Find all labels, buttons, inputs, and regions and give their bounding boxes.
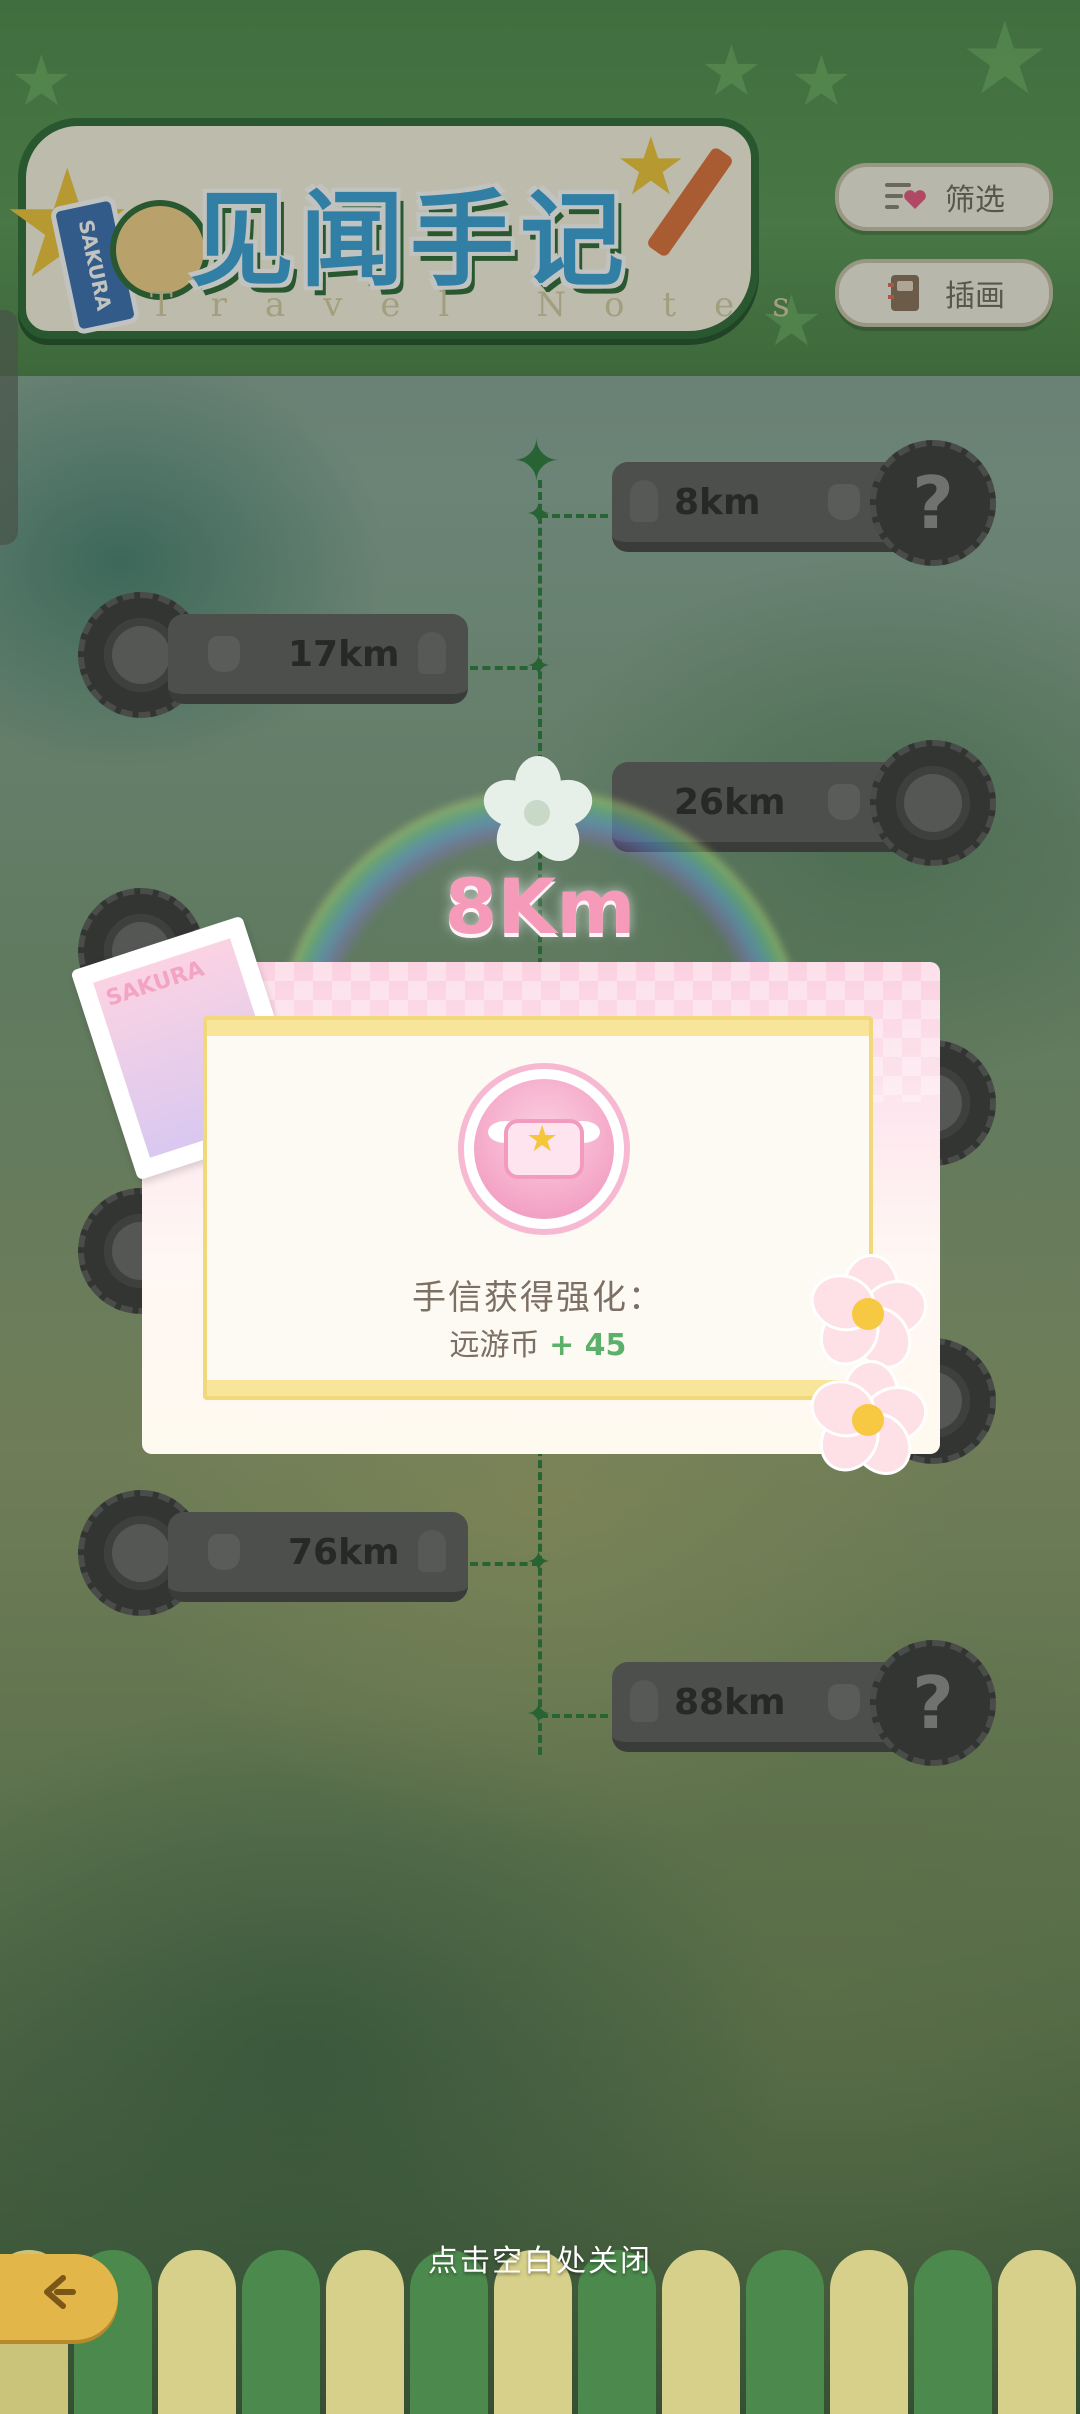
currency-amount: + 45 [549,1328,627,1363]
reward-card: ★ 手信获得强化： 远游币 + 45 [203,1016,873,1400]
reward-distance-title: 8Km [444,862,636,951]
tap-to-close-hint[interactable]: 点击空白处关闭 [0,2236,1080,2280]
reward-message: 手信获得强化： [412,1278,664,1318]
pink-flower-icon [803,1360,948,1500]
suitcase-coin-icon: ★ [464,1069,624,1229]
sakura-flower-icon [477,752,599,872]
reward-currency: 远游币 + 45 [207,1320,869,1364]
currency-label: 远游币 [449,1328,540,1363]
pink-flower-icon [803,1254,935,1381]
